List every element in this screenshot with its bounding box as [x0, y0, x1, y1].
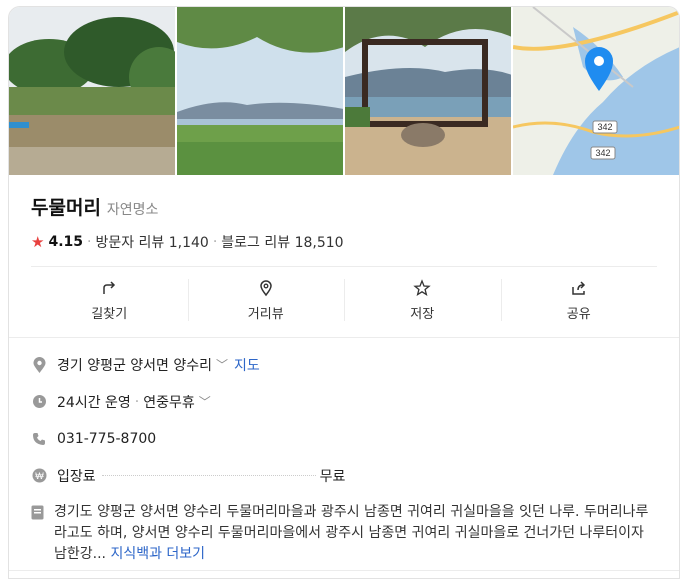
hours-extra-text: 연중무휴 [143, 394, 195, 411]
save-label: 저장 [410, 306, 435, 322]
won-icon: ₩ [31, 468, 47, 484]
fee-value: 무료 [319, 468, 346, 485]
phone-icon [31, 431, 47, 447]
visitor-reviews-link[interactable]: 방문자 리뷰 1,140 [95, 232, 208, 252]
street-view-button[interactable]: 거리뷰 [187, 267, 345, 333]
save-button[interactable]: 저장 [344, 267, 501, 333]
book-icon [31, 502, 44, 565]
map-link[interactable]: 지도 [234, 355, 260, 375]
rating-star-icon: ★ [31, 233, 45, 251]
knowledge-more-link[interactable]: 지식백과 더보기 [110, 546, 205, 562]
fee-leader [101, 475, 316, 476]
street-view-label: 거리뷰 [247, 306, 284, 322]
share-button[interactable]: 공유 [500, 267, 658, 333]
action-bar: 길찾기 거리뷰 저장 공유 [31, 266, 657, 333]
hours-expand-icon[interactable]: ﹀ [199, 393, 211, 410]
bottom-divider [9, 570, 679, 571]
place-name: 두물머리 [31, 197, 101, 219]
photo-3[interactable] [345, 7, 511, 175]
directions-button[interactable]: 길찾기 [31, 267, 188, 333]
photo-strip: 342 342 [9, 7, 679, 175]
rating-score: 4.15 [48, 234, 83, 250]
blog-reviews-link[interactable]: 블로그 리뷰 18,510 [221, 232, 343, 252]
share-icon [572, 280, 585, 295]
address-row: 경기 양평군 양서면 양수리 ﹀ 지도 [31, 346, 657, 383]
place-category: 자연명소 [106, 202, 159, 218]
photo-2[interactable] [177, 7, 343, 175]
address-text: 경기 양평군 양서면 양수리 [57, 357, 213, 374]
phone-number[interactable]: 031-775-8700 [57, 431, 156, 447]
clock-icon [31, 394, 47, 410]
description-row: 경기도 양평군 양서면 양수리 두물머리마을과 광주시 남종면 귀여리 귀실마을… [31, 502, 657, 565]
star-icon [413, 278, 431, 296]
road-label-1: 342 [597, 122, 612, 132]
hours-text: 24시간 운영 [57, 394, 131, 411]
directions-label: 길찾기 [91, 306, 128, 322]
address-expand-icon[interactable]: ﹀ [216, 356, 228, 373]
fee-row: ₩ 입장료 무료 [31, 457, 657, 494]
share-label: 공유 [566, 306, 591, 322]
fee-label: 입장료 [57, 468, 96, 485]
hours-row: 24시간 운영 · 연중무휴 ﹀ [31, 383, 657, 420]
place-card: 342 342 두물머리 자연명소 ★ 4.15 · 방문자 리뷰 1,140 … [8, 6, 680, 579]
road-label-2: 342 [595, 148, 610, 158]
directions-icon [103, 280, 116, 294]
location-pin-icon [31, 356, 47, 373]
svg-text:₩: ₩ [35, 471, 44, 481]
map-thumbnail[interactable]: 342 342 [513, 7, 679, 175]
phone-row: 031-775-8700 [31, 420, 657, 457]
street-view-icon [259, 279, 272, 296]
photo-1[interactable] [9, 7, 175, 175]
